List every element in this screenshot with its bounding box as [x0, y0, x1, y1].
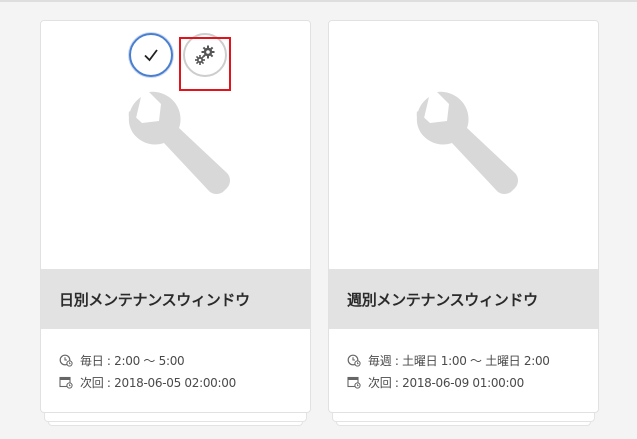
card-title-bar[interactable]: 週別メンテナンスウィンドウ [329, 269, 598, 329]
card-body[interactable]: 週別メンテナンスウィンドウ 毎週 : 土曜日 1:00 〜 土曜日 2:00 次… [328, 20, 599, 413]
calendar-icon [59, 376, 73, 389]
clock-icon [59, 354, 73, 367]
calendar-icon [347, 376, 361, 389]
card-meta: 毎日 : 2:00 〜 5:00 次回 : 2018-06-05 02:00:0… [59, 349, 299, 393]
schedule-text: 毎週 : 土曜日 1:00 〜 土曜日 2:00 [368, 353, 550, 368]
card-preview [329, 21, 598, 269]
card-title: 週別メンテナンスウィンドウ [347, 290, 538, 309]
wrench-icon [128, 91, 230, 194]
schedule-text: 毎日 : 2:00 〜 5:00 [80, 353, 185, 368]
next-run-row: 次回 : 2018-06-09 01:00:00 [347, 371, 587, 393]
card-preview [41, 21, 310, 269]
gears-icon [195, 45, 215, 65]
next-run-row: 次回 : 2018-06-05 02:00:00 [59, 371, 299, 393]
select-button[interactable] [129, 33, 173, 77]
wrench-icon [416, 91, 518, 194]
next-run-text: 次回 : 2018-06-05 02:00:00 [80, 375, 236, 390]
clock-icon [347, 354, 361, 367]
maintenance-window-card-daily[interactable]: 日別メンテナンスウィンドウ 毎日 : 2:00 〜 5:00 次回: 2018… [40, 20, 311, 435]
schedule-row: 毎日 : 2:00 〜 5:00 [59, 349, 299, 371]
card-stack-shadow [332, 412, 595, 422]
maintenance-window-card-weekly[interactable]: 週別メンテナンスウィンドウ 毎週 : 土曜日 1:00 〜 土曜日 2:00 次… [328, 20, 599, 435]
card-stack-shadow [44, 412, 307, 422]
card-meta: 毎週 : 土曜日 1:00 〜 土曜日 2:00 次回 : 2018-06-09… [347, 349, 587, 393]
next-run-text: 次回 : 2018-06-09 01:00:00 [368, 375, 524, 390]
checkmark-icon [144, 49, 158, 62]
schedule-row: 毎週 : 土曜日 1:00 〜 土曜日 2:00 [347, 349, 587, 371]
settings-button[interactable] [183, 33, 227, 77]
card-actions [41, 33, 310, 91]
page-top-border [0, 0, 637, 2]
card-title: 日別メンテナンスウィンドウ [59, 290, 250, 309]
card-body[interactable]: 日別メンテナンスウィンドウ 毎日 : 2:00 〜 5:00 次回: 2018… [40, 20, 311, 413]
card-title-bar[interactable]: 日別メンテナンスウィンドウ [41, 269, 310, 329]
